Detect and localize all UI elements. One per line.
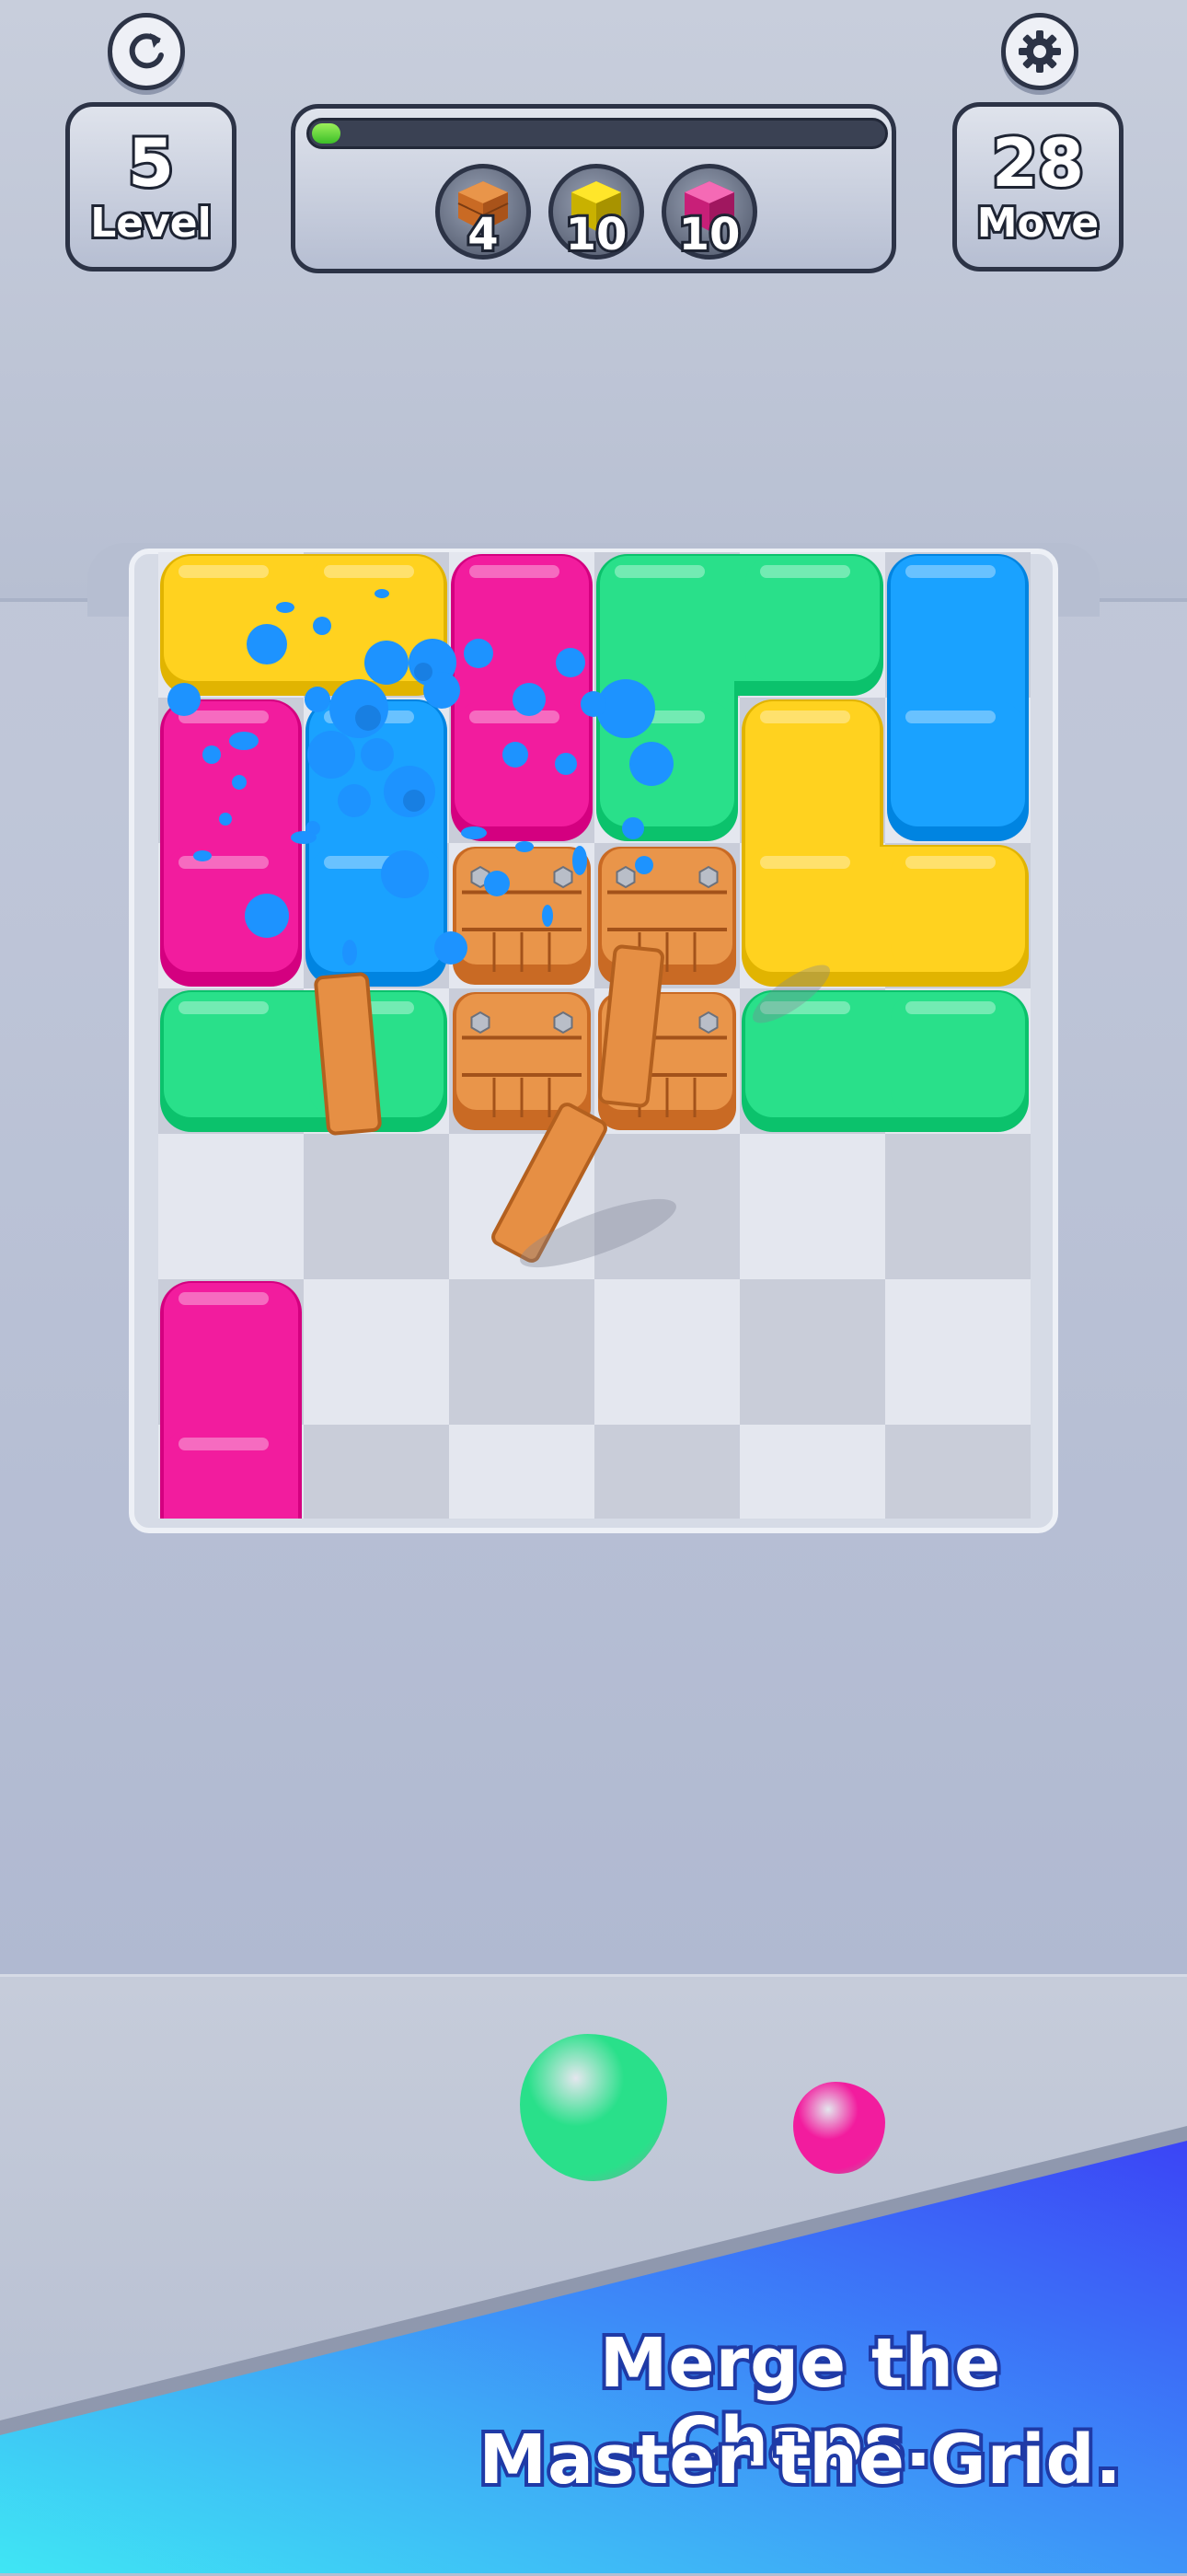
gear-icon xyxy=(1019,30,1061,73)
grid-cell xyxy=(740,1134,885,1279)
grid-cell xyxy=(449,1279,594,1425)
grid-cell xyxy=(740,1425,885,1519)
grid-cell xyxy=(304,1279,449,1425)
goal-pink-count: 10 xyxy=(676,206,743,263)
game-board[interactable] xyxy=(147,552,1040,1519)
grid-cell xyxy=(885,1425,1031,1519)
settings-button[interactable] xyxy=(1001,13,1078,90)
level-panel: 5 Level xyxy=(65,102,236,271)
wood-crate xyxy=(453,847,591,985)
level-label: Level xyxy=(87,197,214,249)
level-progress-bar xyxy=(306,118,888,149)
grid-cell xyxy=(449,1425,594,1519)
green-block[interactable] xyxy=(160,990,447,1132)
goal-wood-count: 4 xyxy=(465,206,501,263)
grid-cell xyxy=(304,1134,449,1279)
grid-cell xyxy=(594,1279,740,1425)
moves-number: 28 xyxy=(989,123,1087,202)
goal-yellow-count: 10 xyxy=(563,206,630,263)
grid-cell xyxy=(740,1279,885,1425)
moves-panel: 28 Move xyxy=(952,102,1124,271)
goals-panel: 4 10 10 xyxy=(291,104,896,273)
moves-label: Move xyxy=(974,197,1102,249)
goal-yellow-cube: 10 xyxy=(548,164,644,263)
level-number: 5 xyxy=(125,123,177,202)
restart-icon xyxy=(129,33,164,69)
grid-cell xyxy=(885,1279,1031,1425)
restart-button[interactable] xyxy=(108,13,185,90)
goal-pink-cube: 10 xyxy=(662,164,757,263)
level-progress-fill xyxy=(312,123,340,144)
goal-wood-crate: 4 xyxy=(435,164,531,263)
grid-cell xyxy=(885,1134,1031,1279)
top-ledge xyxy=(0,0,1187,602)
slogan-line-2: Master the Grid. xyxy=(475,2417,1124,2503)
grid-cell xyxy=(158,1134,304,1279)
pink-block[interactable] xyxy=(160,1281,302,1519)
grid-cell xyxy=(594,1425,740,1519)
blue-block[interactable] xyxy=(887,554,1029,841)
grid-cell xyxy=(304,1425,449,1519)
